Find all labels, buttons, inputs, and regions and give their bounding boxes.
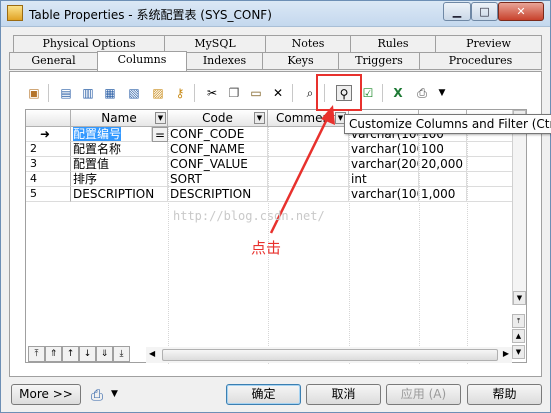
add-columns-icon[interactable]: ▦ bbox=[102, 85, 118, 101]
move-down-icon[interactable]: ↓ bbox=[79, 346, 96, 362]
header-name[interactable]: Name ▼ bbox=[71, 110, 168, 127]
name-cell[interactable]: DESCRIPTION bbox=[71, 187, 168, 202]
chevron-down-icon: ▼ bbox=[111, 389, 118, 399]
length-cell[interactable] bbox=[419, 172, 467, 187]
name-cell[interactable]: 配置名称 bbox=[71, 142, 168, 157]
scroll-left-icon[interactable]: ◀ bbox=[149, 349, 155, 358]
length-cell[interactable]: 20,000 bbox=[419, 157, 467, 172]
row-number: 4 bbox=[26, 172, 71, 187]
paste-icon[interactable]: ▭ bbox=[248, 85, 264, 101]
excel-export-icon[interactable]: X bbox=[390, 85, 406, 101]
tab-preview[interactable]: Preview bbox=[435, 35, 542, 53]
row-number: 2 bbox=[26, 142, 71, 157]
columns-toolbar: ▣ ▤ ▥ ▦ ▧ ▨ ⚷ ✂ ❐ ▭ ✕ ⌕ ⚲ ☑ X ⎙ ▼ bbox=[16, 81, 446, 107]
datatype-cell[interactable]: varchar(1000 bbox=[349, 187, 419, 202]
maximize-button[interactable]: □ bbox=[471, 2, 498, 21]
page-setup-icon: ⎙ bbox=[91, 386, 104, 404]
delete-icon[interactable]: ✕ bbox=[270, 85, 286, 101]
move-page-down-icon[interactable]: ⇓ bbox=[96, 346, 113, 362]
print-dropdown-icon[interactable]: ▼ bbox=[434, 85, 450, 101]
tab-strip: Physical Options MySQL Notes Rules Previ… bbox=[9, 34, 542, 71]
precision-cell[interactable] bbox=[467, 172, 513, 187]
code-cell[interactable]: CONF_CODE bbox=[168, 127, 268, 142]
tab-general[interactable]: General bbox=[9, 52, 98, 70]
datatype-cell[interactable]: varchar(2000 bbox=[349, 157, 419, 172]
toolbar-tooltip: Customize Columns and Filter (Ctrl bbox=[344, 114, 551, 134]
tab-keys[interactable]: Keys bbox=[262, 52, 339, 70]
length-cell[interactable]: 100 bbox=[419, 142, 467, 157]
datatype-cell[interactable]: int bbox=[349, 172, 419, 187]
move-bottom-icon[interactable]: ⤓ bbox=[113, 346, 130, 362]
code-cell[interactable]: DESCRIPTION bbox=[168, 187, 268, 202]
tab-columns[interactable]: Columns bbox=[97, 51, 187, 71]
name-filter-dropdown-icon[interactable]: ▼ bbox=[155, 112, 166, 124]
title-bar[interactable]: Table Properties - 系统配置表 (SYS_CONF) ▁ □ … bbox=[1, 1, 550, 27]
move-page-up-icon[interactable]: ⇑ bbox=[45, 346, 62, 362]
code-cell[interactable]: CONF_NAME bbox=[168, 142, 268, 157]
tab-notes[interactable]: Notes bbox=[265, 35, 351, 53]
row-scroll-buttons: ⤒ ▲ ▼ bbox=[512, 314, 526, 364]
code-cell[interactable]: CONF_VALUE bbox=[168, 157, 268, 172]
scroll-top-icon[interactable]: ⤒ bbox=[512, 314, 525, 328]
window-title: Table Properties - 系统配置表 (SYS_CONF) bbox=[29, 8, 272, 22]
help-button[interactable]: 帮助 bbox=[467, 384, 542, 405]
add-domain-icon[interactable]: ▧ bbox=[126, 85, 142, 101]
tab-triggers[interactable]: Triggers bbox=[338, 52, 420, 70]
precision-cell[interactable] bbox=[467, 142, 513, 157]
cell-editor-button[interactable]: = bbox=[152, 127, 168, 142]
insert-row-icon[interactable]: ▥ bbox=[80, 85, 96, 101]
length-cell[interactable]: 1,000 bbox=[419, 187, 467, 202]
cancel-button[interactable]: 取消 bbox=[306, 384, 381, 405]
print-setup-dropdown[interactable]: ⎙ ▼ bbox=[91, 386, 123, 404]
code-cell[interactable]: SORT bbox=[168, 172, 268, 187]
vertical-scrollbar[interactable]: ▲ ▼ bbox=[512, 110, 526, 305]
apply-button[interactable]: 应用 (A) bbox=[386, 384, 461, 405]
print-icon[interactable]: ⎙ bbox=[414, 85, 430, 101]
scroll-right-icon[interactable]: ▶ bbox=[503, 349, 509, 358]
tab-indexes[interactable]: Indexes bbox=[186, 52, 263, 70]
name-cell[interactable]: 配置值 bbox=[71, 157, 168, 172]
scroll-down-icon[interactable]: ▼ bbox=[513, 291, 526, 305]
more-button[interactable]: More >> bbox=[11, 384, 81, 405]
move-top-icon[interactable]: ⤒ bbox=[28, 346, 45, 362]
cut-icon[interactable]: ✂ bbox=[204, 85, 220, 101]
scroll-row-down-icon[interactable]: ▼ bbox=[512, 345, 525, 359]
annotation-label: 点击 bbox=[251, 239, 282, 257]
header-code[interactable]: Code ▼ bbox=[168, 110, 268, 127]
move-up-icon[interactable]: ↑ bbox=[62, 346, 79, 362]
precision-cell[interactable] bbox=[467, 157, 513, 172]
watermark-text: http://blog.csdn.net/ bbox=[173, 209, 325, 223]
ok-button[interactable]: 确定 bbox=[226, 384, 301, 405]
current-row-arrow-icon: ➜ bbox=[26, 127, 71, 142]
customize-columns-icon[interactable]: ☑ bbox=[360, 85, 376, 101]
tab-rules[interactable]: Rules bbox=[350, 35, 436, 53]
key-icon[interactable]: ⚷ bbox=[172, 85, 188, 101]
add-row-icon[interactable]: ▤ bbox=[58, 85, 74, 101]
name-cell[interactable]: 排序 bbox=[71, 172, 168, 187]
scroll-row-up-icon[interactable]: ▲ bbox=[512, 329, 525, 343]
table-app-icon bbox=[7, 5, 23, 21]
precision-cell[interactable] bbox=[467, 187, 513, 202]
properties-icon[interactable]: ▣ bbox=[26, 85, 42, 101]
add-sequence-icon[interactable]: ▨ bbox=[150, 85, 166, 101]
datatype-cell[interactable]: varchar(100) bbox=[349, 142, 419, 157]
tab-procedures[interactable]: Procedures bbox=[419, 52, 542, 70]
row-number: 5 bbox=[26, 187, 71, 202]
table-properties-window: Table Properties - 系统配置表 (SYS_CONF) ▁ □ … bbox=[0, 0, 551, 413]
name-cell-editing[interactable]: 配置编号 bbox=[73, 127, 122, 141]
minimize-button[interactable]: ▁ bbox=[443, 2, 471, 21]
close-button[interactable]: ✕ bbox=[498, 2, 544, 21]
row-number: 3 bbox=[26, 157, 71, 172]
horizontal-scrollbar[interactable]: ◀ ▶ bbox=[146, 347, 512, 363]
horizontal-scroll-thumb[interactable] bbox=[162, 349, 498, 361]
copy-icon[interactable]: ❐ bbox=[226, 85, 242, 101]
header-rownum bbox=[26, 110, 71, 127]
